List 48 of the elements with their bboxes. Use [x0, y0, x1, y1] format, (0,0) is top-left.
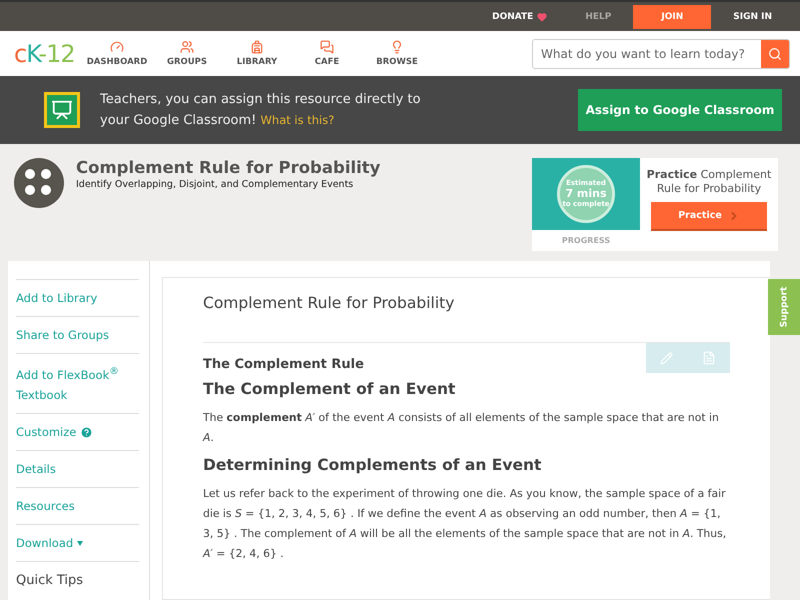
progress-label: PROGRESS	[560, 236, 612, 246]
search-icon	[768, 46, 782, 61]
nav-item[interactable]: CAFE	[292, 40, 362, 68]
practice-button[interactable]: Practice	[651, 202, 767, 232]
notes-icon[interactable]	[702, 351, 716, 366]
nav-item[interactable]: LIBRARY	[222, 40, 292, 68]
paragraph: Let us refer back to the experiment of throwing one die. As you know, the sample space of a fair die is S = {1, 2, 3, 4, 5, 6} . If we define the event A as observing an odd number, then A = {1, 3, 5} . The complement of A will be all the elements of the sample space that are not in A. Thus, A′ = {2, 4, 6} .	[203, 486, 728, 562]
top-link[interactable]: JOIN	[633, 4, 712, 29]
search-button[interactable]	[761, 40, 789, 68]
people-icon	[180, 40, 194, 54]
lightbulb-icon	[390, 40, 404, 54]
what-is-this-link[interactable]: What is this?	[260, 112, 334, 127]
banner-text: Teachers, you can assign this resource directly to your Google Classroom! What is this?	[100, 90, 422, 130]
gauge-icon	[110, 40, 124, 54]
sidebar-item[interactable]: Resources	[16, 487, 139, 524]
sidebar-item[interactable]: Share to Groups	[16, 316, 139, 354]
search-field[interactable]: What do you want to learn today?	[532, 38, 790, 69]
top-link[interactable]: DONATE	[476, 4, 564, 29]
help-icon	[80, 426, 94, 438]
top-link[interactable]: HELP	[569, 4, 628, 29]
concept-title: Complement Rule for Probability	[76, 158, 380, 178]
practice-heading: Practice Complement Rule for Probability	[646, 168, 772, 196]
heart-icon	[537, 12, 548, 22]
sidebar-item[interactable]: Download	[16, 524, 139, 561]
section-heading: The Complement of an Event	[203, 380, 456, 398]
sidebar-item[interactable]: Add to Library	[16, 279, 139, 316]
concept-badge-icon	[14, 158, 64, 208]
support-tab[interactable]: Support	[768, 279, 800, 336]
classroom-icon	[44, 92, 80, 128]
sidebar-item[interactable]: Details	[16, 450, 139, 487]
estimate-text: 7 mins	[565, 188, 607, 200]
logo[interactable]: cK-12	[14, 40, 82, 68]
paragraph: The complement A′ of the event A consists of all elements of the sample space that are not in A.	[203, 410, 720, 446]
nav-item[interactable]: GROUPS	[152, 40, 222, 68]
section-heading: Determining Complements of an Event	[203, 456, 542, 474]
section-heading: The Complement Rule	[203, 357, 364, 372]
caret-icon	[77, 540, 84, 546]
concept-subtitle: Identify Overlapping, Disjoint, and Complementary Events	[76, 179, 354, 190]
chat-bubbles-icon	[320, 40, 334, 54]
top-link[interactable]: SIGN IN	[717, 4, 788, 29]
nav-item[interactable]: DASHBOARD	[82, 40, 152, 68]
pencil-icon[interactable]	[660, 352, 674, 365]
sidebar-item[interactable]: Quick Tips	[16, 561, 139, 600]
assign-button[interactable]: Assign to Google Classroom	[578, 88, 782, 131]
sidebar-item[interactable]: Customize	[16, 413, 139, 450]
sidebar-item[interactable]: Add to FlexBook$^{®}$ Textbook	[16, 353, 139, 413]
backpack-icon	[250, 40, 264, 54]
nav-item[interactable]: BROWSE	[362, 40, 432, 68]
